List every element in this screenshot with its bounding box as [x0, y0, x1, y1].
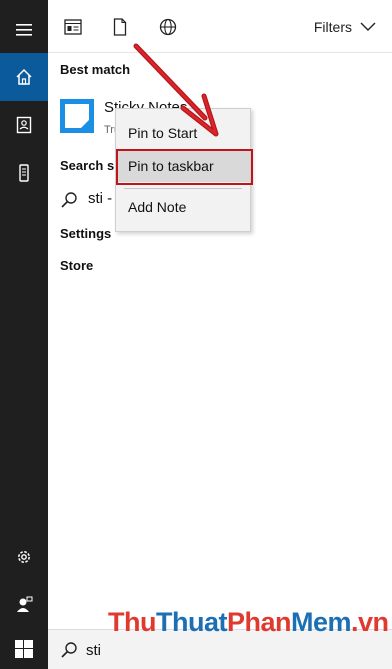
documents-filter-button[interactable]	[111, 18, 129, 36]
notebook-icon	[16, 116, 32, 134]
chevron-down-icon	[360, 22, 376, 31]
sticky-notes-app-icon	[60, 99, 94, 133]
hamburger-button[interactable]	[0, 6, 48, 54]
feedback-icon	[17, 596, 33, 612]
search-icon	[61, 192, 77, 208]
settings-button[interactable]	[0, 533, 48, 581]
globe-icon	[159, 18, 177, 36]
menu-separator	[124, 188, 242, 189]
search-suggestions-heading: Search su	[60, 158, 123, 173]
store-heading[interactable]: Store	[60, 258, 93, 273]
best-match-heading: Best match	[60, 62, 131, 77]
highlight-box	[116, 149, 253, 185]
settings-gear-icon	[18, 551, 30, 563]
start-button[interactable]	[0, 629, 48, 669]
site-watermark: ThuThuatPhanMem.vn	[108, 607, 389, 637]
filters-label: Filters	[313, 19, 352, 35]
search-input[interactable]	[86, 639, 376, 661]
home-button[interactable]	[0, 53, 48, 101]
device-button[interactable]	[0, 149, 48, 197]
windows-logo-icon	[15, 640, 33, 658]
hamburger-icon	[16, 24, 32, 36]
apps-icon	[64, 19, 82, 35]
suggestion-text: sti -	[88, 190, 113, 207]
web-filter-button[interactable]	[159, 18, 177, 36]
notebook-button[interactable]	[0, 101, 48, 149]
search-icon	[61, 642, 77, 658]
home-icon	[16, 68, 32, 85]
menu-item-pin-to-start[interactable]: Pin to Start	[116, 117, 250, 149]
filter-toolbar: Filters	[48, 0, 392, 53]
document-icon	[113, 18, 127, 36]
filters-dropdown[interactable]: Filters	[314, 19, 376, 35]
device-icon	[19, 164, 29, 182]
settings-heading[interactable]: Settings	[60, 226, 111, 241]
feedback-button[interactable]	[0, 581, 48, 629]
apps-filter-button[interactable]	[64, 18, 82, 36]
menu-item-add-note[interactable]: Add Note	[116, 191, 250, 223]
left-rail	[0, 0, 48, 669]
